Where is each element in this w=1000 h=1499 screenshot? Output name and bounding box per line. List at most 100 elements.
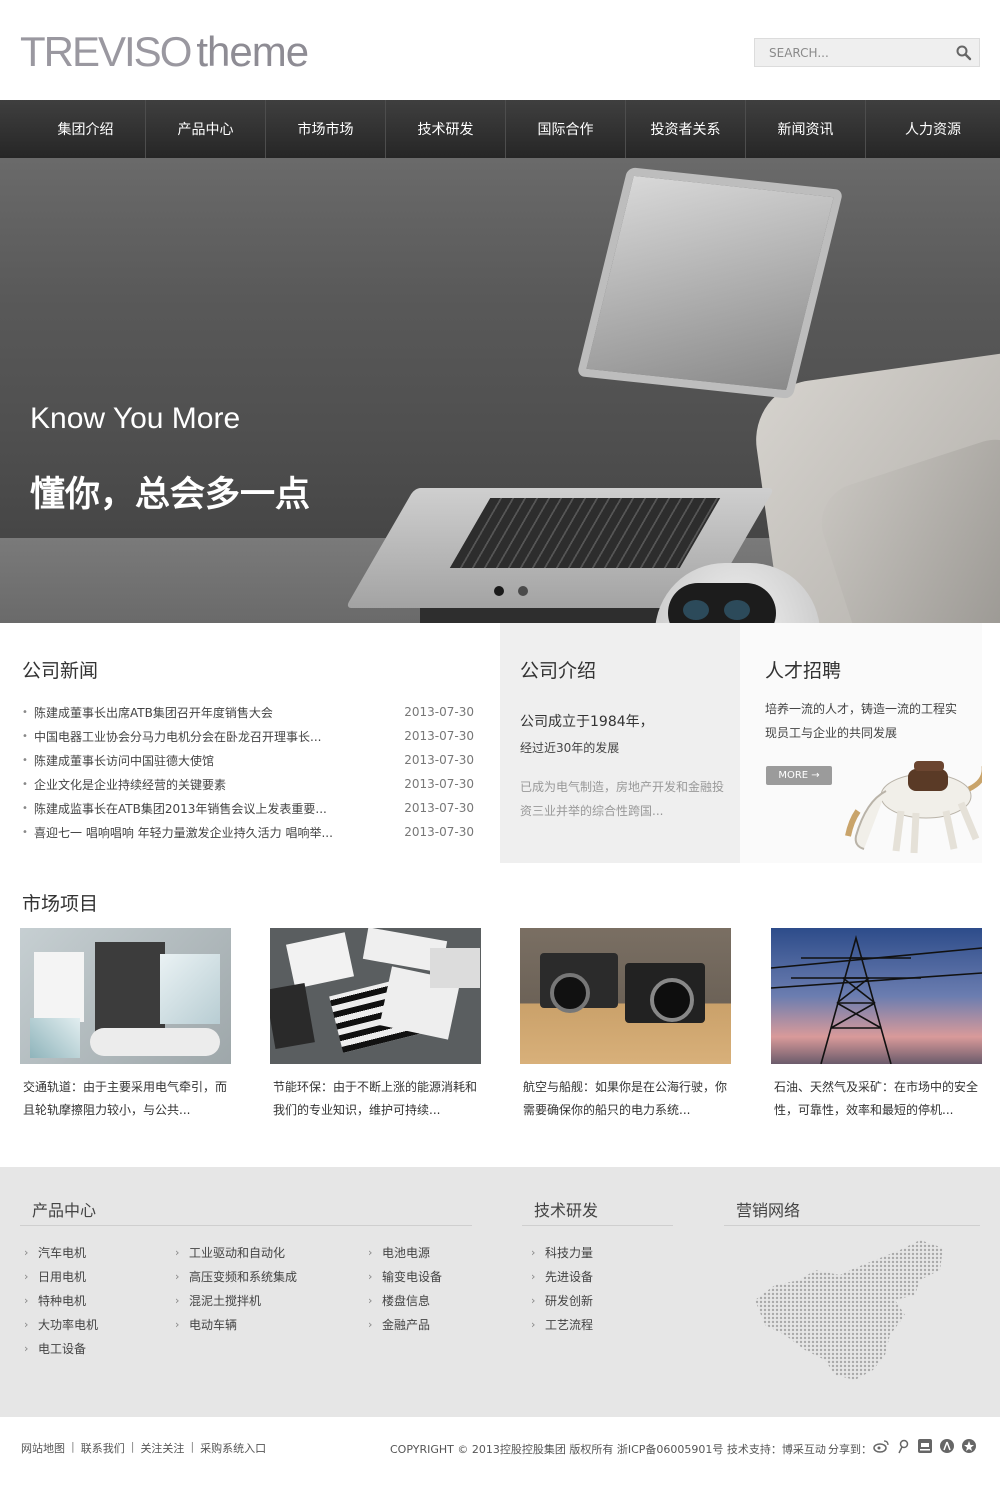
footer-link[interactable]: › 工艺流程 (531, 1312, 593, 1336)
more-button[interactable]: MORE → (766, 766, 832, 785)
news-item[interactable]: • 企业文化是企业持续经营的关键要素 2013-07-30 (22, 772, 474, 796)
china-map-graphic[interactable] (755, 1240, 945, 1388)
nav-item-international[interactable]: 国际合作 (506, 100, 626, 158)
jobs-section: 人才招聘 培养一流的人才，铸造一流的工程实现员工与企业的共同发展 MORE → (740, 623, 982, 863)
bullet-icon: • (22, 706, 28, 718)
footer-link[interactable]: › 金融产品 (368, 1312, 442, 1336)
footer-link-label[interactable]: 电动车辆 (189, 1316, 237, 1333)
footer-link[interactable]: › 研发创新 (531, 1288, 593, 1312)
slider-dot-2[interactable] (518, 586, 528, 596)
douban-icon[interactable] (917, 1438, 933, 1454)
footer-link-label[interactable]: 大功率电机 (38, 1316, 98, 1333)
copyright-text: COPYRIGHT © 2013控股控股集团 版权所有 浙ICP备0600590… (390, 1443, 826, 1456)
news-item[interactable]: • 陈建成董事长访问中国驻德大使馆 2013-07-30 (22, 748, 474, 772)
nav-item-investors[interactable]: 投资者关系 (626, 100, 746, 158)
hero-banner: Know You More 懂你，总会多一点 (0, 158, 1000, 623)
footer-link-label[interactable]: 工业驱动和自动化 (189, 1244, 285, 1261)
market-caption[interactable]: 节能环保：由于不断上涨的能源消耗和我们的专业知识，维护可持续... (270, 1076, 478, 1122)
link-sitemap[interactable]: 网站地图 (21, 1440, 65, 1456)
market-image-cards[interactable] (270, 928, 481, 1064)
share-icons (873, 1438, 977, 1454)
footer-link-label[interactable]: 电工设备 (38, 1340, 86, 1357)
footer-link[interactable]: › 科技力量 (531, 1240, 593, 1264)
hero-subtitle: 懂你，总会多一点 (30, 475, 311, 515)
slider-dot-1[interactable] (494, 586, 504, 596)
search-icon[interactable] (955, 44, 973, 62)
footer-link-label[interactable]: 特种电机 (38, 1292, 86, 1309)
footer-link[interactable]: › 混泥土搅拌机 (175, 1288, 297, 1312)
footer-link[interactable]: › 日用电机 (24, 1264, 98, 1288)
news-item-date: 2013-07-30 (404, 777, 474, 791)
footer-link-label[interactable]: 电池电源 (382, 1244, 430, 1261)
footer-link-label[interactable]: 工艺流程 (545, 1316, 593, 1333)
hero-photo-robot-eye (724, 600, 750, 620)
weibo-icon[interactable] (873, 1438, 889, 1454)
nav-item-market[interactable]: 市场市场 (266, 100, 386, 158)
market-caption[interactable]: 交通轨道：由于主要采用电气牵引，而且轮轨摩擦阻力较小，与公共... (20, 1076, 228, 1122)
news-item-title[interactable]: 企业文化是企业持续经营的关键要素 (34, 776, 404, 793)
tencent-weibo-icon[interactable] (895, 1438, 911, 1454)
footer-link-label[interactable]: 日用电机 (38, 1268, 86, 1285)
footer-link[interactable]: › 大功率电机 (24, 1312, 98, 1336)
qzone-icon[interactable] (961, 1438, 977, 1454)
news-item[interactable]: • 陈建成监事长在ATB集团2013年销售会议上发表重要... 2013-07-30 (22, 796, 474, 820)
jobs-title: 人才招聘 (765, 660, 842, 682)
link-contact[interactable]: 联系我们 (81, 1440, 125, 1456)
market-image-power-tower[interactable] (771, 928, 982, 1064)
footer-link-label[interactable]: 高压变频和系统集成 (189, 1268, 297, 1285)
news-item[interactable]: • 陈建成董事长出席ATB集团召开年度销售大会 2013-07-30 (22, 700, 474, 724)
footer-link-label[interactable]: 输变电设备 (382, 1268, 442, 1285)
nav-item-products[interactable]: 产品中心 (146, 100, 266, 158)
market-image-stationery[interactable] (20, 928, 231, 1064)
footer-link-label[interactable]: 楼盘信息 (382, 1292, 430, 1309)
footer-link-label[interactable]: 研发创新 (545, 1292, 593, 1309)
market-item: 航空与船舰：如果你是在公海行驶，你需要确保你的船只的电力系统... (520, 928, 731, 1122)
news-item-title[interactable]: 陈建成监事长在ATB集团2013年销售会议上发表重要... (34, 800, 404, 817)
news-item-date: 2013-07-30 (404, 825, 474, 839)
footer-link[interactable]: › 电池电源 (368, 1240, 442, 1264)
about-line-1: 公司成立于1984年， (520, 714, 654, 730)
nav-item-news[interactable]: 新闻资讯 (746, 100, 866, 158)
footer-link-label[interactable]: 先进设备 (545, 1268, 593, 1285)
market-caption[interactable]: 航空与船舰：如果你是在公海行驶，你需要确保你的船只的电力系统... (520, 1076, 728, 1122)
footer-link[interactable]: › 输变电设备 (368, 1264, 442, 1288)
footer-link-label[interactable]: 科技力量 (545, 1244, 593, 1261)
footer-link-label[interactable]: 金融产品 (382, 1316, 430, 1333)
footer-link[interactable]: › 先进设备 (531, 1264, 593, 1288)
chevron-right-icon: › (24, 1317, 29, 1331)
renren-icon[interactable] (939, 1438, 955, 1454)
footer-link[interactable]: › 特种电机 (24, 1288, 98, 1312)
footer-link-label[interactable]: 汽车电机 (38, 1244, 86, 1261)
news-item-title[interactable]: 陈建成董事长访问中国驻德大使馆 (34, 752, 404, 769)
footer-link[interactable]: › 高压变频和系统集成 (175, 1264, 297, 1288)
market-image-cameras[interactable] (520, 928, 731, 1064)
footer-link[interactable]: › 楼盘信息 (368, 1288, 442, 1312)
footer-link-label[interactable]: 混泥土搅拌机 (189, 1292, 261, 1309)
footer-link[interactable]: › 汽车电机 (24, 1240, 98, 1264)
news-item-title[interactable]: 中国电器工业协会分马力电机分会在卧龙召开理事长... (34, 728, 404, 745)
bottom-links: 网站地图 | 联系我们 | 关注关注 | 采购系统入口 (21, 1440, 266, 1456)
hero-photo-laptop-keys (449, 498, 721, 568)
news-item[interactable]: • 喜迎七一 唱响唱响 年轻力量激发企业持久活力 唱响举... 2013-07-30 (22, 820, 474, 844)
site-logo[interactable]: TREVISO theme (20, 28, 309, 78)
news-item[interactable]: • 中国电器工业协会分马力电机分会在卧龙召开理事长... 2013-07-30 (22, 724, 474, 748)
market-caption[interactable]: 石油、天然气及采矿：在市场中的安全性，可靠性，效率和最短的停机... (771, 1076, 979, 1122)
market-item: 节能环保：由于不断上涨的能源消耗和我们的专业知识，维护可持续... (270, 928, 481, 1122)
hero-photo-laptop-screen (576, 167, 844, 399)
news-item-title[interactable]: 陈建成董事长出席ATB集团召开年度销售大会 (34, 704, 404, 721)
nav-item-tech[interactable]: 技术研发 (386, 100, 506, 158)
logo-suffix: theme (196, 28, 309, 75)
about-line-3[interactable]: 已成为电气制造，房地产开发和金融投资三业并举的综合性跨国... (520, 775, 726, 823)
footer-link[interactable]: › 电工设备 (24, 1336, 98, 1360)
search-input[interactable] (755, 39, 945, 66)
link-procurement[interactable]: 采购系统入口 (200, 1440, 266, 1456)
footer-link[interactable]: › 电动车辆 (175, 1312, 297, 1336)
news-item-title[interactable]: 喜迎七一 唱响唱响 年轻力量激发企业持久活力 唱响举... (34, 824, 404, 841)
nav-item-group-intro[interactable]: 集团介绍 (0, 100, 146, 158)
news-title: 公司新闻 (22, 660, 99, 682)
link-follow[interactable]: 关注关注 (140, 1440, 184, 1456)
chevron-right-icon: › (175, 1245, 180, 1259)
nav-item-hr[interactable]: 人力资源 (866, 100, 1000, 158)
footer-link[interactable]: › 工业驱动和自动化 (175, 1240, 297, 1264)
footer-products-col-3: › 电池电源 › 输变电设备 › 楼盘信息 › 金融产品 (368, 1240, 442, 1336)
